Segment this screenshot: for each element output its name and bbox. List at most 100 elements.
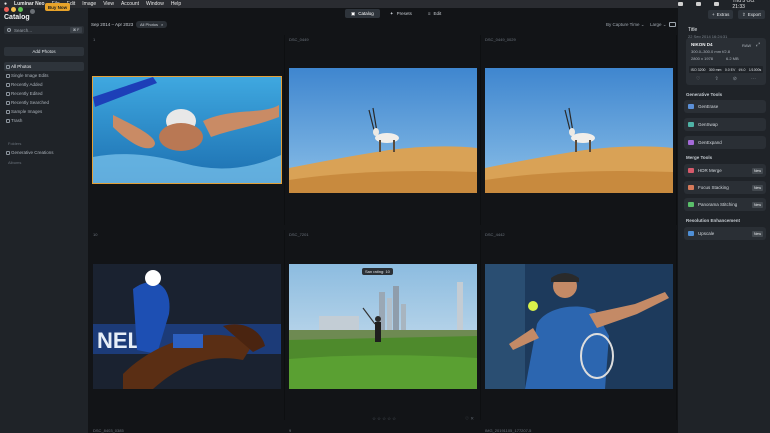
expand-icon[interactable]: ⤢ xyxy=(756,42,760,48)
generase-tool[interactable]: GenErase xyxy=(684,100,766,113)
genexpand-icon xyxy=(688,140,694,145)
photo-thumbnail-horse-race[interactable]: NEL xyxy=(93,264,281,389)
grid-cell[interactable]: DSC_7201 San rating: 10 ☆☆☆☆☆ ♡ ✕ xyxy=(285,230,481,422)
genexpand-tool[interactable]: GenExpand xyxy=(684,136,766,149)
menu-app-name[interactable]: Luminar Neo xyxy=(14,1,45,7)
new-badge: New xyxy=(751,167,763,174)
grid-view-icon[interactable] xyxy=(669,22,676,27)
share-icon[interactable]: ⇧ xyxy=(715,76,719,82)
sort-dropdown[interactable]: By Capture Time ⌄ xyxy=(606,22,645,28)
minimize-window-icon[interactable] xyxy=(11,7,16,12)
heart-icon[interactable]: ♡ ✕ xyxy=(465,416,474,422)
thumbnail-size-dropdown[interactable]: Large ⌄ xyxy=(650,22,667,28)
folder-item-generative-creations[interactable]: Generative Creations xyxy=(4,148,84,157)
tool-label: Focus Stacking xyxy=(698,185,729,190)
grid-cell[interactable]: DSC_0449_0029 xyxy=(481,35,677,225)
tab-edit[interactable]: ≡ Edit xyxy=(422,9,447,18)
wifi-icon[interactable] xyxy=(696,2,702,6)
grid-cell[interactable]: 10 NEL xyxy=(89,230,285,420)
battery-icon[interactable] xyxy=(678,2,684,6)
tool-label: GenExpand xyxy=(698,140,722,145)
close-window-icon[interactable] xyxy=(4,7,9,12)
size-label: Large xyxy=(650,22,662,27)
menu-account[interactable]: Account xyxy=(121,1,139,7)
sidebar-item-all-photos[interactable]: All Photos xyxy=(4,62,84,71)
grid-cell[interactable]: DSC_0449 xyxy=(285,35,481,225)
catalog-icon: ▣ xyxy=(351,10,356,16)
photo-filename: DSC_0449 xyxy=(289,37,309,42)
menu-help[interactable]: Help xyxy=(171,1,181,7)
edit-sliders-icon: ≡ xyxy=(427,11,431,16)
focus-stacking-icon xyxy=(688,185,694,190)
exif-focal: 300 mm xyxy=(708,67,722,72)
photo-thumbnail-swimmer[interactable] xyxy=(92,76,282,184)
search-icon xyxy=(7,28,11,32)
hdr-merge-icon xyxy=(688,168,694,173)
maximize-window-icon[interactable] xyxy=(18,7,23,12)
edit-icon xyxy=(6,91,10,96)
photo-filename: 10 xyxy=(93,232,98,237)
all-photos-filter[interactable]: All Photos × xyxy=(136,21,168,28)
photo-thumbnail-oryx-copy[interactable] xyxy=(485,68,673,193)
genswap-icon xyxy=(688,122,694,127)
grid-cell[interactable]: DSC_4442 xyxy=(481,230,677,420)
photo-title[interactable]: Title xyxy=(688,27,697,33)
presets-icon: ✦ xyxy=(389,10,394,16)
photo-filename: DSC_7201 xyxy=(289,232,309,237)
photo-thumbnail-tennis[interactable] xyxy=(485,264,673,389)
search-placeholder: Search... xyxy=(14,27,33,33)
tab-catalog[interactable]: ▣ Catalog xyxy=(345,9,380,18)
export-label: Export xyxy=(747,12,761,17)
file-size: 6.2 MB xyxy=(726,56,739,61)
menu-view[interactable]: View xyxy=(103,1,114,7)
image-icon xyxy=(6,73,10,78)
grid-cell[interactable]: 1 xyxy=(89,35,285,225)
lens-info: 300.0–300.0 mm f/2.8 xyxy=(691,49,730,54)
hdr-merge-tool[interactable]: HDR Merge New xyxy=(684,164,766,177)
sidebar-item-label: Trash xyxy=(11,118,23,123)
panorama-icon xyxy=(688,202,694,207)
page-title: Catalog xyxy=(4,14,30,21)
reject-icon[interactable]: ⊘ xyxy=(733,76,737,82)
sidebar-item-sample-images[interactable]: Sample Images xyxy=(4,107,84,116)
sample-icon xyxy=(6,109,10,114)
photo-thumbnail-oryx[interactable] xyxy=(289,68,477,193)
sidebar-item-single-image-edits[interactable]: Single Image Edits xyxy=(4,71,84,80)
trash-icon xyxy=(6,118,10,123)
sidebar-item-trash[interactable]: Trash xyxy=(4,116,84,125)
photo-thumbnail-golf-dubai[interactable] xyxy=(289,264,477,389)
sidebar-item-label: Single Image Edits xyxy=(11,73,49,78)
photo-filename: DSC_0449_0029 xyxy=(485,37,516,42)
chevron-down-icon: ⌄ xyxy=(640,22,645,27)
upscale-tool[interactable]: Upscale New xyxy=(684,227,766,240)
exif-shutter: 1/1000s xyxy=(748,67,762,72)
tool-label: GenSwap xyxy=(698,122,718,127)
sidebar-item-recently-edited[interactable]: Recently Edited xyxy=(4,89,84,98)
sort-label: By Capture Time xyxy=(606,22,640,27)
heart-icon[interactable]: ♡ xyxy=(696,76,700,82)
search-input[interactable]: Search... ⌘ F xyxy=(4,26,84,34)
add-photos-button[interactable]: Add Photos xyxy=(4,47,84,56)
photo-info-box: NIKON D4 300.0–300.0 mm f/2.8 2800 x 197… xyxy=(686,38,766,85)
genswap-tool[interactable]: GenSwap xyxy=(684,118,766,131)
tab-presets[interactable]: ✦ Presets xyxy=(384,9,418,18)
star-rating[interactable]: ☆☆☆☆☆ xyxy=(372,416,397,422)
more-icon[interactable]: ⋯ xyxy=(751,76,756,82)
date-range[interactable]: Sep 2014 – Apr 2023 xyxy=(91,22,133,27)
clock-icon xyxy=(6,82,10,87)
panorama-stitching-tool[interactable]: Panorama Stitching New xyxy=(684,198,766,211)
sidebar-item-recently-added[interactable]: Recently Added xyxy=(4,80,84,89)
image-dimensions: 2800 x 1978 xyxy=(691,56,714,61)
generase-icon xyxy=(688,104,694,109)
extras-button[interactable]: + Extras xyxy=(708,10,734,19)
search-spotlight-icon[interactable] xyxy=(714,2,720,6)
focus-stacking-tool[interactable]: Focus Stacking New xyxy=(684,181,766,194)
export-button[interactable]: ⇪ Export xyxy=(738,10,765,19)
buy-now-button[interactable]: Buy Now xyxy=(45,3,70,11)
sidebar-item-recently-searched[interactable]: Recently Searched xyxy=(4,98,84,107)
account-icon[interactable] xyxy=(30,9,35,14)
sidebar-item-label: Recently Edited xyxy=(11,91,43,96)
menu-window[interactable]: Window xyxy=(146,1,164,7)
menu-image[interactable]: Image xyxy=(82,1,96,7)
albums-heading: Albums xyxy=(8,160,22,165)
